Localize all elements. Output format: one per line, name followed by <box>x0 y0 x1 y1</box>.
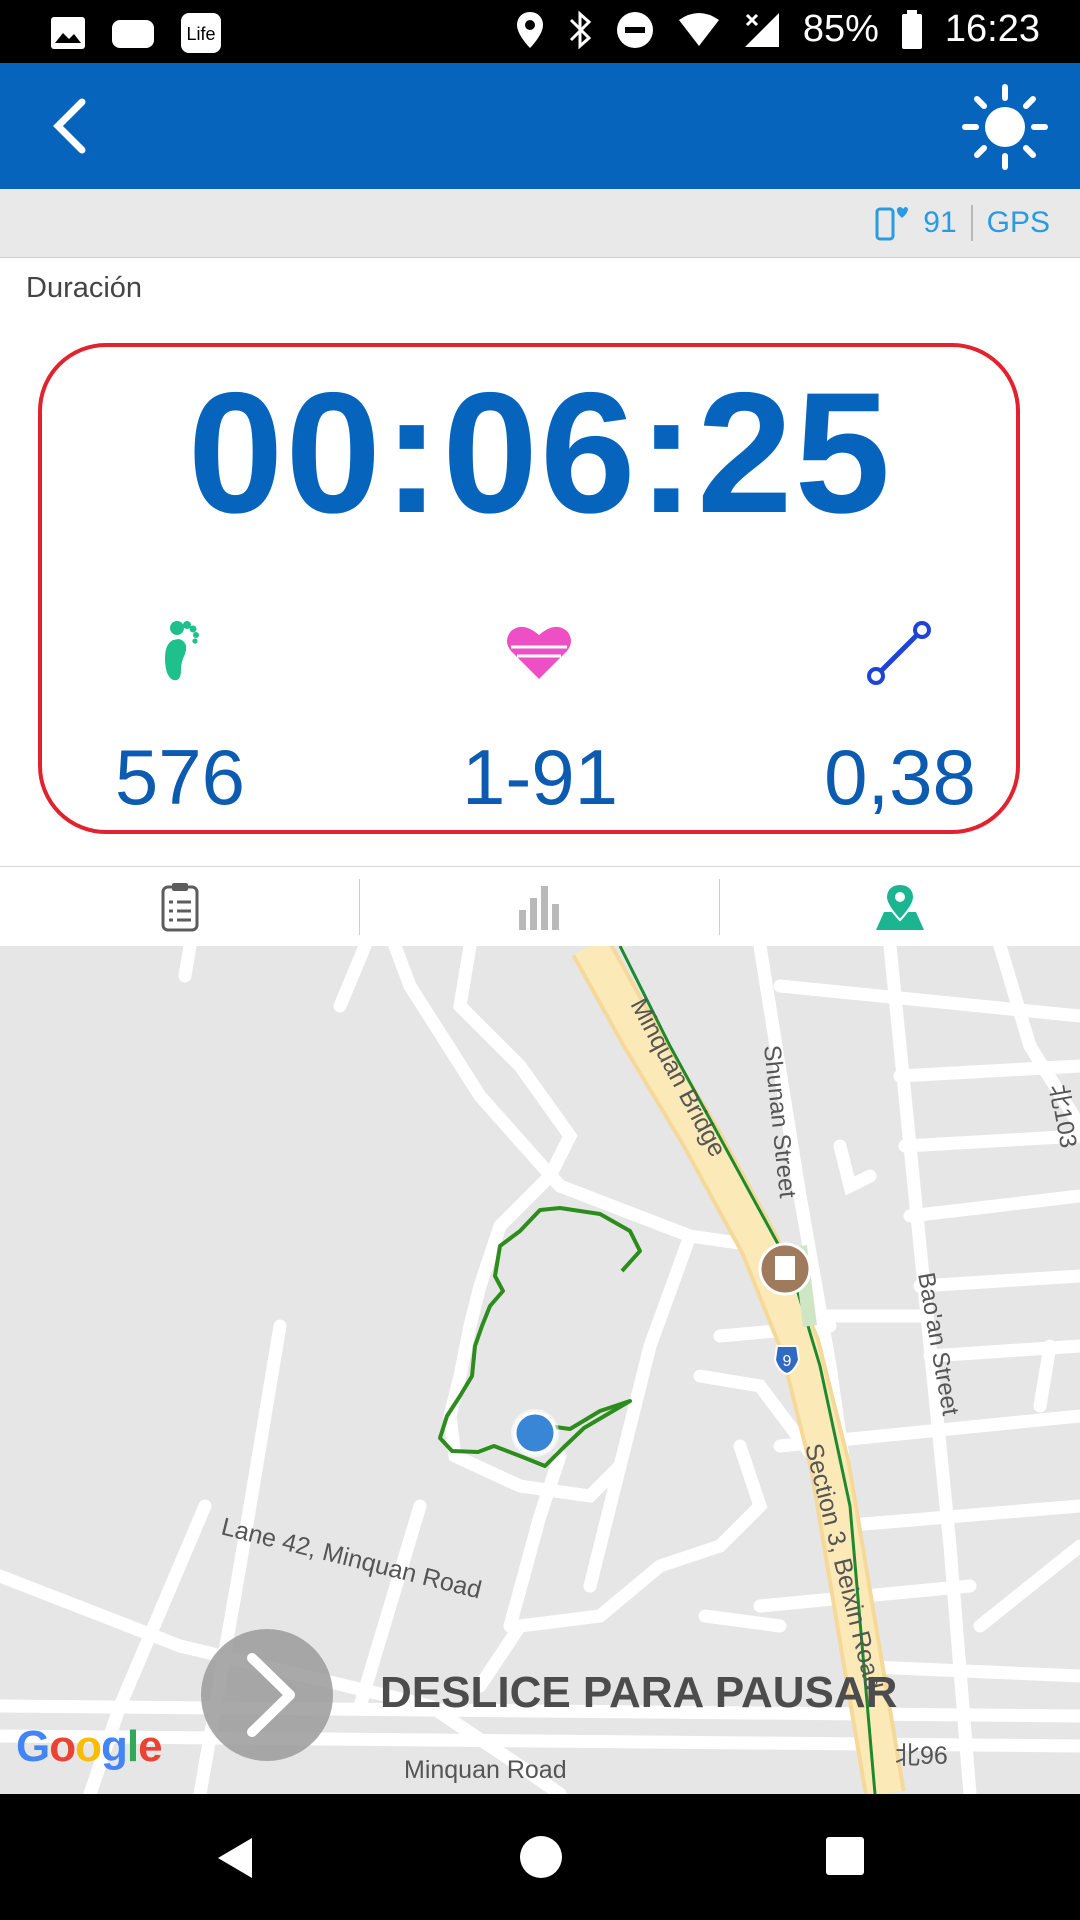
battery-icon <box>901 9 922 49</box>
google-logo: Google <box>16 1722 163 1771</box>
svg-text:Life: Life <box>186 24 215 44</box>
tab-summary[interactable] <box>0 867 359 947</box>
home-circle-icon[interactable] <box>518 1834 564 1880</box>
watch-heart-icon <box>875 207 909 241</box>
duration-timer: 00:06:25 <box>187 357 893 549</box>
location-icon <box>516 11 543 48</box>
life-app-icon: Life <box>181 13 221 53</box>
connection-bar: 91 GPS <box>0 189 1080 258</box>
chevron-left-icon[interactable] <box>50 98 90 154</box>
map-pin-icon <box>875 882 924 930</box>
back-triangle-icon[interactable] <box>212 1834 258 1882</box>
bluetooth-icon <box>569 10 592 49</box>
map-canvas[interactable]: 9 Minquan Bridge Shunan Street 北103 Bao'… <box>0 946 1080 1794</box>
tab-map[interactable] <box>720 867 1079 947</box>
footprint-icon <box>165 621 199 681</box>
signal-icon <box>744 12 779 47</box>
sun-icon[interactable] <box>962 84 1048 170</box>
highway-number: 9 <box>783 1353 792 1370</box>
heart-rate-reading: 91 <box>923 206 957 239</box>
gps-label: GPS <box>986 206 1050 239</box>
map-label-baoan-street: Bao'an Street <box>912 1270 964 1417</box>
map-label-minquan-road: Minquan Road <box>404 1756 567 1784</box>
bar-chart-icon <box>518 886 559 930</box>
recents-square-icon[interactable] <box>825 1836 865 1876</box>
map-view[interactable]: 9 Minquan Bridge Shunan Street 北103 Bao'… <box>0 946 1080 1794</box>
cloud-icon <box>112 20 154 48</box>
battery-percent: 85% <box>802 8 879 50</box>
tab-charts[interactable] <box>360 867 719 947</box>
clock: 16:23 <box>944 8 1040 50</box>
duration-label: Duración <box>26 272 143 304</box>
wifi-icon <box>678 12 719 46</box>
distance-value: 0,38 <box>824 733 976 821</box>
status-bar: Life 85% 16:23 <box>0 0 1080 63</box>
tab-bar <box>0 866 1080 948</box>
image-icon <box>51 17 85 49</box>
map-label-north-96: 北96 <box>895 1742 948 1770</box>
heart-rate-range-value: 1-91 <box>461 733 619 821</box>
heart-icon <box>507 626 571 679</box>
divider <box>970 205 973 241</box>
route-icon <box>867 621 931 685</box>
slide-to-pause-handle[interactable] <box>200 1628 334 1762</box>
map-label-lane-42: Lane 42, Minquan Road <box>219 1513 485 1605</box>
clipboard-icon <box>161 883 198 932</box>
app-bar <box>0 63 1080 189</box>
steps-value: 576 <box>114 733 246 821</box>
navigation-bar <box>0 1794 1080 1920</box>
slide-to-pause-label: DESLICE PARA PAUSAR <box>380 1668 898 1717</box>
do-not-disturb-icon <box>616 11 653 48</box>
